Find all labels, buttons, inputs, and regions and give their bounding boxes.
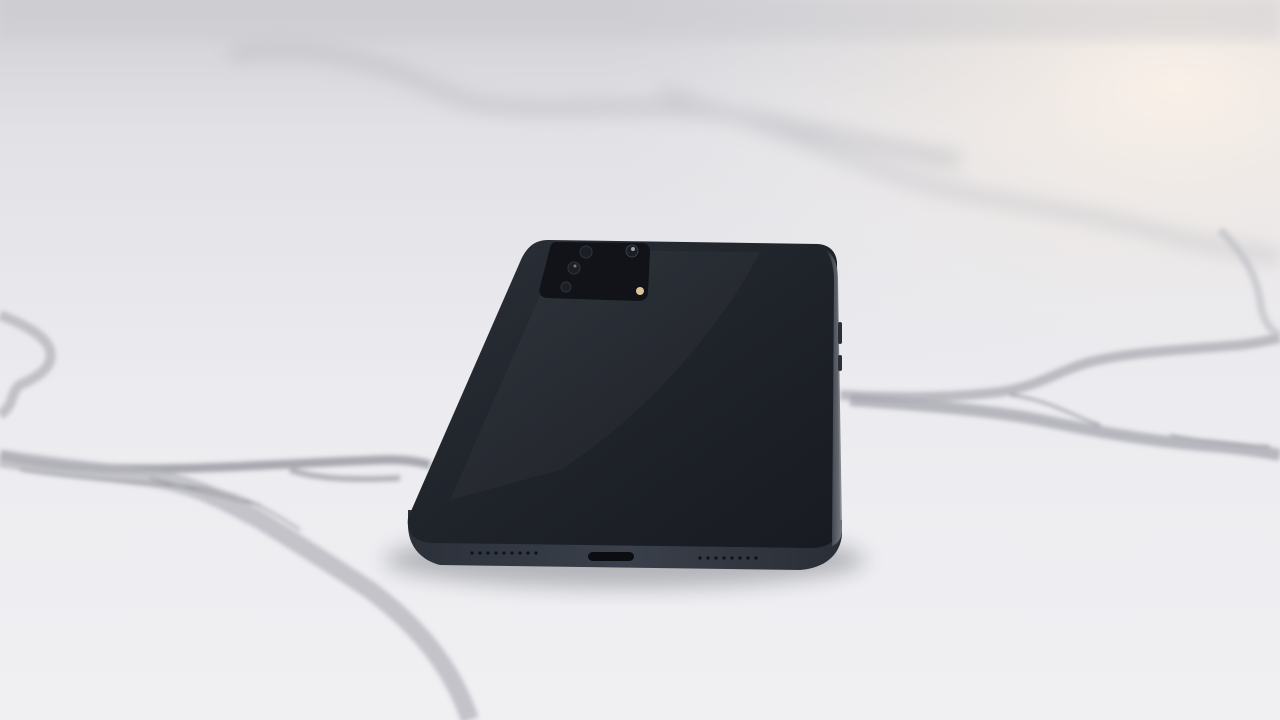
power-button — [838, 355, 842, 371]
lens-glint — [631, 247, 635, 251]
photo-canvas — [0, 0, 1280, 720]
volume-button — [838, 322, 842, 344]
usb-c-port — [588, 552, 634, 561]
camera-lens-icon — [625, 244, 639, 258]
photo-scene — [0, 0, 1280, 720]
camera-lens-icon — [567, 261, 581, 275]
flash-icon — [636, 287, 644, 295]
depth-haze — [0, 0, 1280, 40]
camera-lens-icon — [579, 245, 593, 259]
lens-glint — [573, 264, 577, 268]
camera-lens-icon — [560, 281, 572, 293]
